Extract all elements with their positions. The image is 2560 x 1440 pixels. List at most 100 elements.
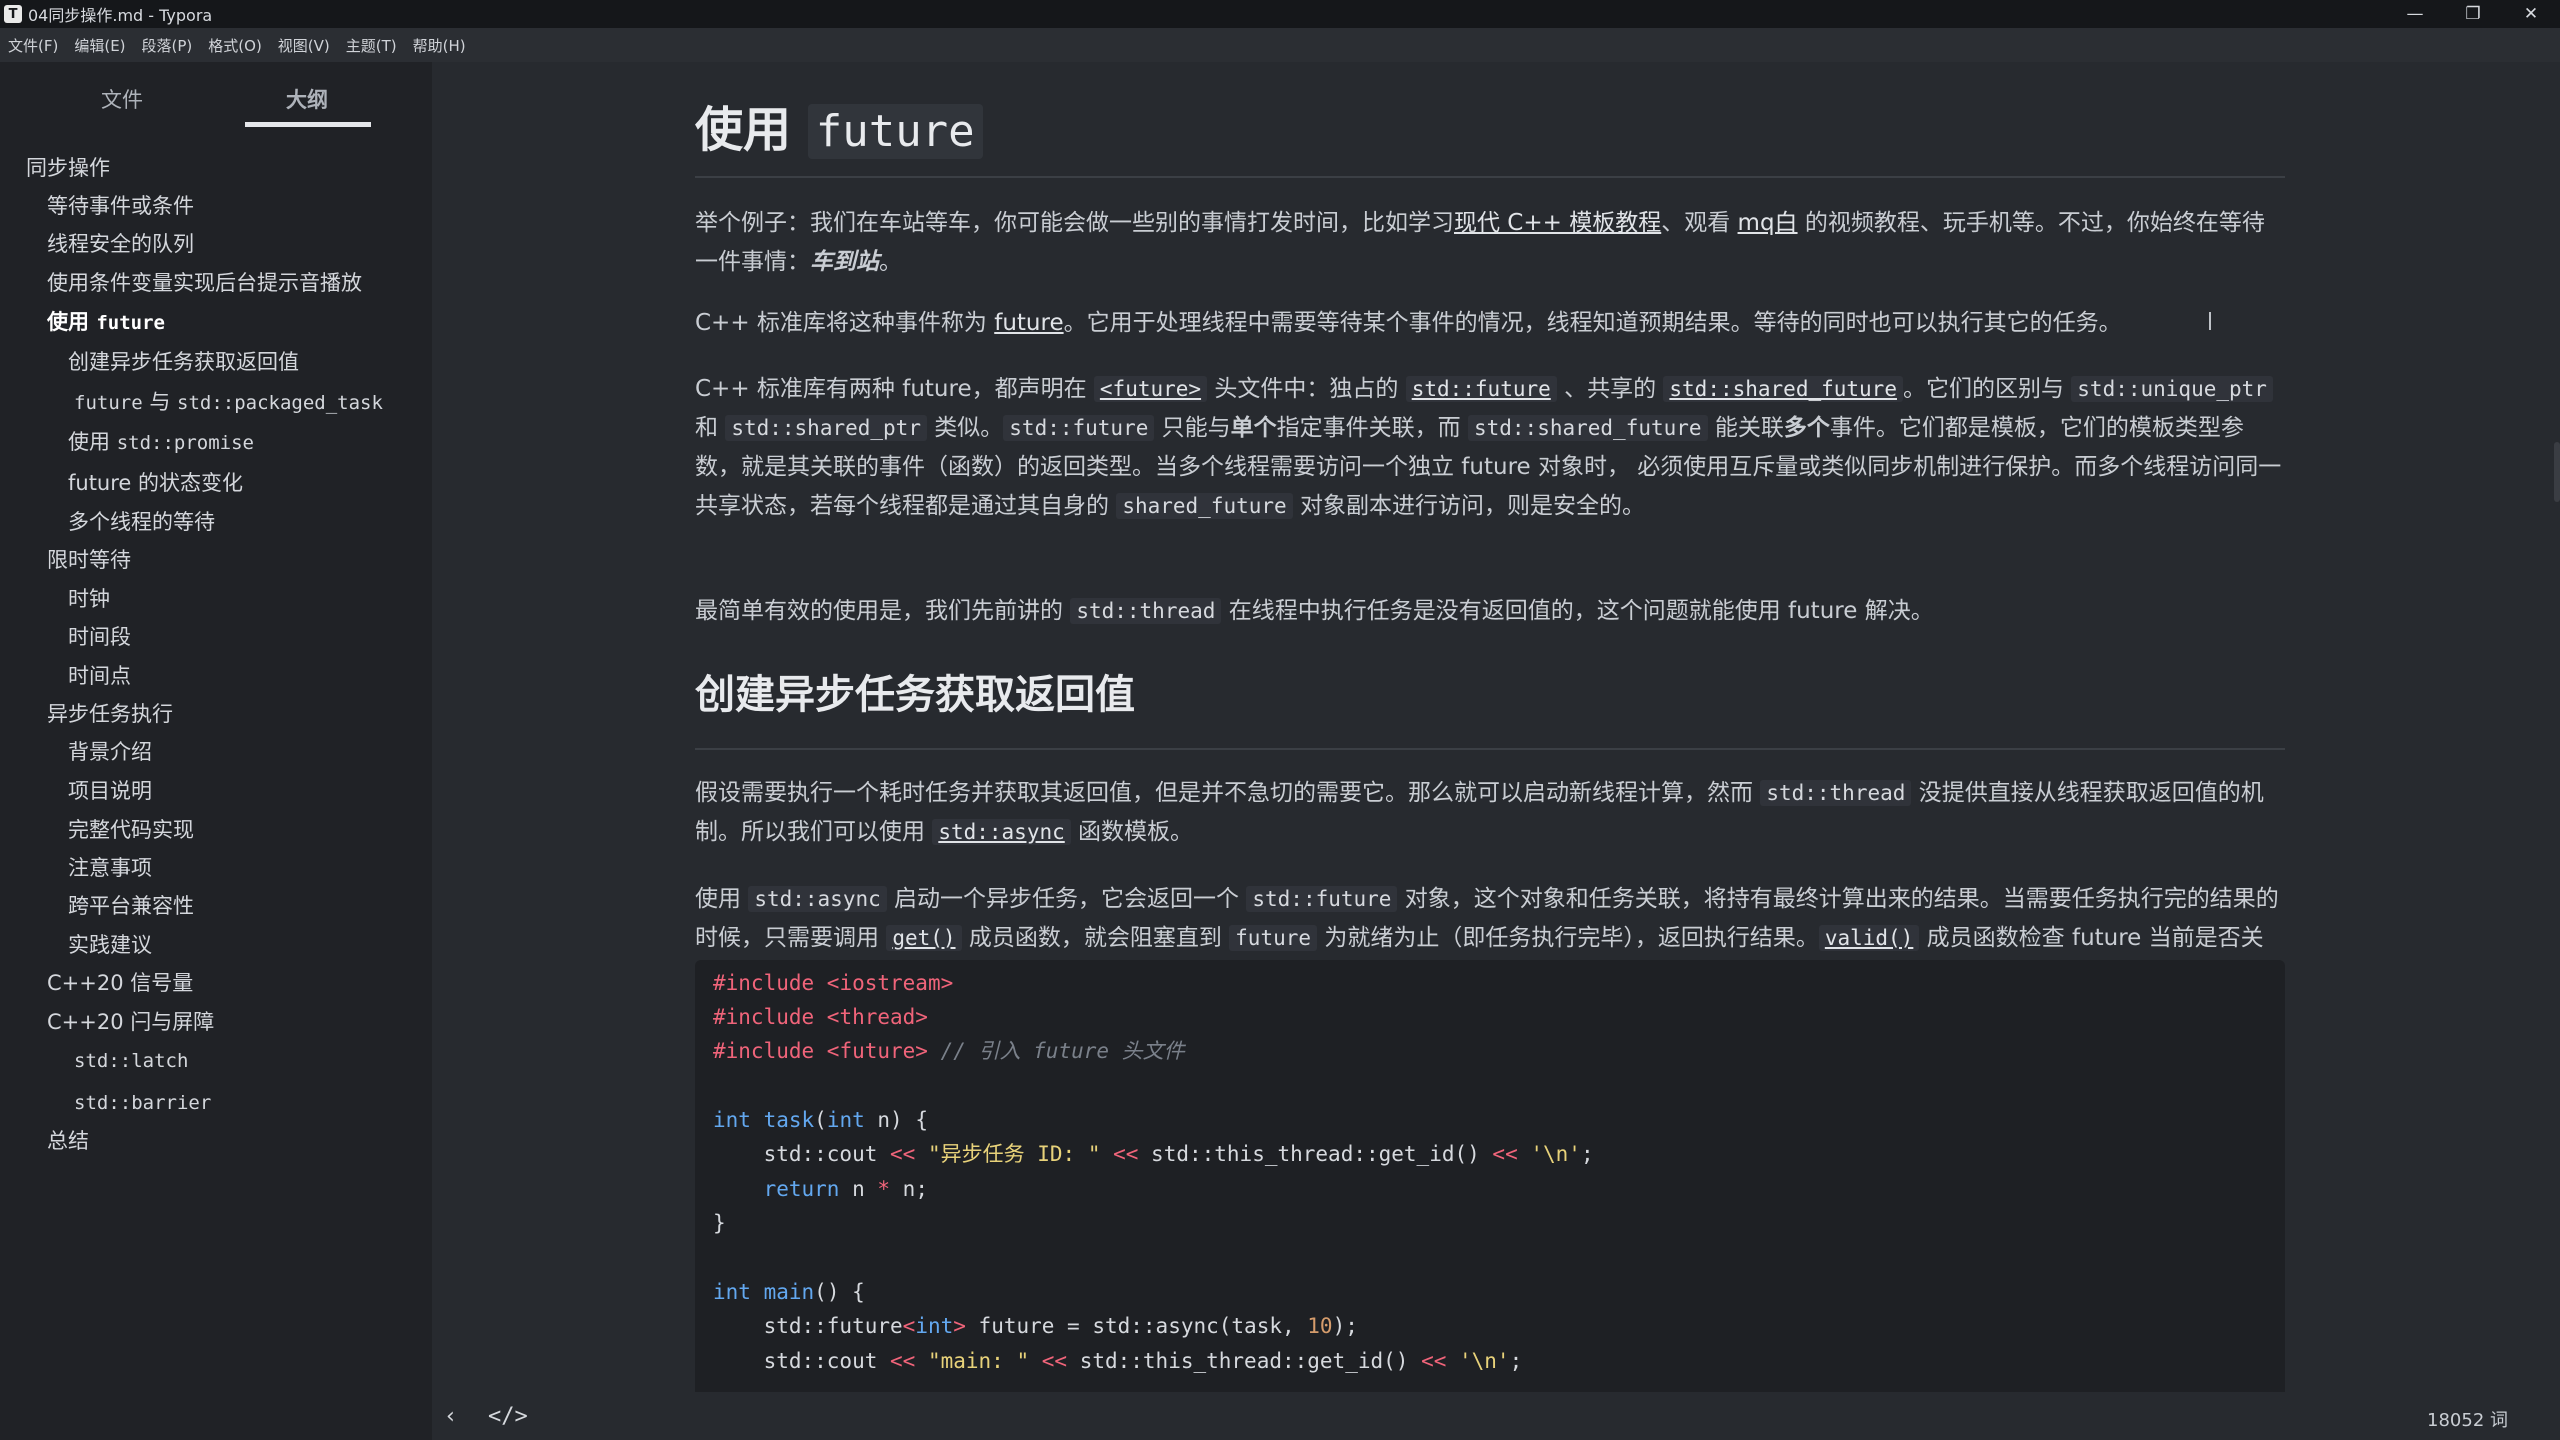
code-token: ; — [1580, 1142, 1594, 1166]
inline-code: std::shared_ptr — [725, 415, 927, 441]
tab-files[interactable]: 文件 — [60, 84, 184, 114]
code-token: << — [1113, 1142, 1139, 1166]
code-block[interactable]: #include <iostream> #include <thread> #i… — [695, 960, 2285, 1392]
link-std-async[interactable]: std::async — [932, 819, 1071, 845]
emphasis-text: 车到站 — [810, 249, 879, 275]
outline-item-label: 多个线程的等待 — [68, 510, 215, 534]
outline-item[interactable]: C++20 闩与屏障 — [47, 1006, 214, 1038]
outline-item[interactable]: 同步操作 — [26, 152, 110, 184]
code-token: n; — [890, 1177, 928, 1201]
link-cpp-template-tutorial[interactable]: 现代 C++ 模板教程 — [1454, 210, 1661, 236]
code-line: } — [713, 1206, 726, 1240]
code-token: < — [902, 1314, 916, 1338]
outline-item-label: 跨平台兼容性 — [68, 894, 194, 918]
link-valid[interactable]: valid() — [1818, 925, 1920, 951]
inline-code: std::thread — [1760, 780, 1912, 806]
code-token: ( — [814, 1108, 827, 1132]
menu-edit[interactable]: 编辑(E) — [74, 35, 125, 56]
outline-item-label: C++20 闩与屏障 — [47, 1010, 215, 1034]
inline-code: future — [1229, 925, 1318, 951]
outline-item[interactable]: 等待事件或条件 — [47, 190, 194, 222]
menu-paragraph[interactable]: 段落(P) — [142, 35, 193, 56]
toggle-sidebar-chevron-left-icon[interactable]: ‹ — [446, 1404, 455, 1429]
inline-code: std::future — [1246, 886, 1398, 912]
sidebar: 文件 大纲 同步操作 等待事件或条件 线程安全的队列 使用条件变量实现后台提示音… — [0, 62, 432, 1440]
code-token: int — [713, 1108, 751, 1132]
outline-item-code: std::barrier — [74, 1092, 212, 1114]
outline-item[interactable]: 异步任务执行 — [47, 698, 173, 730]
outline-item[interactable]: 创建异步任务获取返回值 — [68, 346, 299, 378]
code-string: '\n' — [1517, 1142, 1581, 1166]
code-token: #include — [713, 1005, 827, 1029]
menu-format[interactable]: 格式(O) — [208, 35, 262, 56]
code-line: #include <iostream> — [713, 966, 953, 1000]
outline-item[interactable]: future 的状态变化 — [68, 467, 243, 499]
outline-item[interactable]: 线程安全的队列 — [47, 228, 194, 260]
link-std-future[interactable]: std::future — [1405, 376, 1557, 402]
menu-view[interactable]: 视图(V) — [278, 35, 330, 56]
active-tab-indicator — [245, 122, 371, 127]
link-mq-bai[interactable]: mq白 — [1738, 210, 1798, 236]
outline-item-label: 时间段 — [68, 625, 131, 649]
outline-item[interactable]: std::barrier — [74, 1086, 211, 1118]
code-token: * — [877, 1177, 891, 1201]
code-token: #include — [713, 971, 827, 995]
outline-item[interactable]: 注意事项 — [68, 852, 152, 884]
tab-outline[interactable]: 大纲 — [245, 84, 369, 114]
menu-file[interactable]: 文件(F) — [8, 35, 58, 56]
outline-item-code: future — [74, 392, 143, 414]
code-token: ); — [1332, 1314, 1358, 1338]
code-token: int — [713, 1280, 751, 1304]
link-std-shared-future[interactable]: std::shared_future — [1663, 376, 1903, 402]
outline-item[interactable]: 时间点 — [68, 660, 131, 692]
outline-item[interactable]: 限时等待 — [47, 544, 131, 576]
outline-item[interactable]: 使用 std::promise — [68, 426, 254, 458]
close-icon[interactable]: ✕ — [2502, 0, 2560, 28]
outline-item[interactable]: 使用条件变量实现后台提示音播放 — [47, 267, 362, 299]
restore-icon[interactable]: ❐ — [2444, 0, 2502, 28]
outline-item[interactable]: 项目说明 — [68, 775, 152, 807]
word-count[interactable]: 18052 词 — [2427, 1406, 2508, 1432]
text: 、共享的 — [1556, 376, 1664, 402]
outline-item[interactable]: 时钟 — [68, 583, 110, 615]
code-token: <thread> — [826, 1005, 928, 1029]
minimize-icon[interactable]: — — [2386, 0, 2444, 28]
heading-text: 使用 — [695, 102, 808, 158]
outline-item[interactable]: 多个线程的等待 — [68, 506, 215, 538]
code-token: <iostream> — [826, 971, 954, 995]
outline-item[interactable]: C++20 信号量 — [47, 967, 193, 999]
source-code-mode-icon[interactable]: </> — [488, 1404, 528, 1429]
outline-item[interactable]: 完整代码实现 — [68, 814, 194, 846]
outline-item[interactable]: 时间段 — [68, 621, 131, 653]
outline-item[interactable]: 实践建议 — [68, 929, 152, 961]
outline-item-label: 等待事件或条件 — [47, 194, 194, 218]
outline-item-active[interactable]: 使用 future — [47, 306, 165, 338]
outline-item-label: 时钟 — [68, 587, 110, 611]
outline-item[interactable]: std::latch — [74, 1044, 188, 1076]
status-bar: ‹ </> 18052 词 — [432, 1392, 2560, 1440]
text: 举个例子：我们在车站等车，你可能会做一些别的事情打发时间，比如学习 — [695, 210, 1454, 236]
code-token: > — [953, 1314, 966, 1338]
code-token: std::cout — [713, 1349, 891, 1373]
link-future[interactable]: future — [994, 310, 1063, 336]
menu-help[interactable]: 帮助(H) — [413, 35, 466, 56]
scrollbar[interactable] — [2554, 442, 2560, 502]
text: 只能与 — [1154, 415, 1231, 441]
menu-theme[interactable]: 主题(T) — [346, 35, 397, 56]
sidebar-tabs: 文件 大纲 — [0, 62, 432, 132]
outline-item[interactable]: 总结 — [47, 1125, 89, 1157]
outline-item-label: 与 — [142, 390, 177, 414]
outline-item-label: C++20 信号量 — [47, 971, 194, 995]
link-future-header[interactable]: <future> — [1093, 376, 1208, 402]
link-get[interactable]: get() — [886, 925, 962, 951]
outline-item-code: std::latch — [74, 1050, 189, 1072]
outline-item-label: 使用 — [47, 310, 97, 334]
outline-item[interactable]: 跨平台兼容性 — [68, 890, 194, 922]
outline-item[interactable]: 背景介绍 — [68, 736, 152, 768]
editor-content[interactable]: 使用 future 举个例子：我们在车站等车，你可能会做一些别的事情打发时间，比… — [432, 62, 2560, 1392]
code-token: std::this_thread::get_id() — [1067, 1349, 1422, 1373]
inline-code: std::future — [1003, 415, 1155, 441]
outline-item[interactable]: future 与 std::packaged_task — [74, 386, 383, 418]
